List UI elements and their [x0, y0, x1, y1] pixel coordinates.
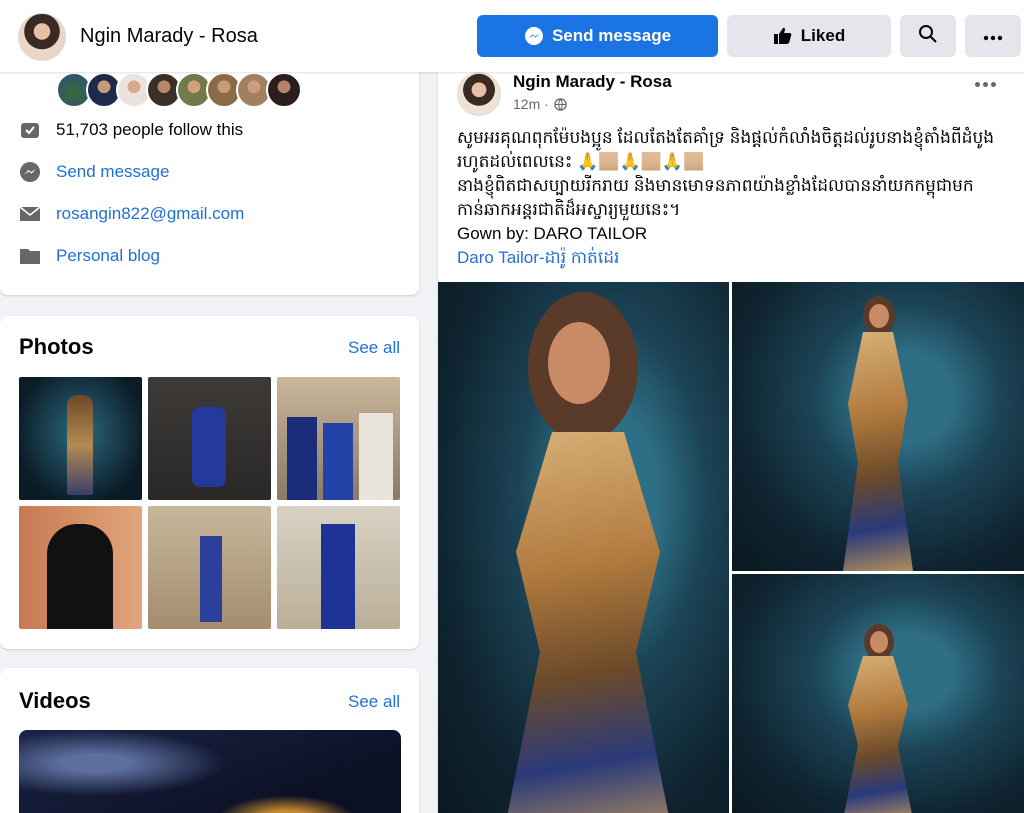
send-message-row[interactable]: Send message — [18, 160, 169, 184]
send-message-button[interactable]: Send message — [477, 15, 718, 57]
search-button[interactable] — [900, 15, 956, 57]
post-text-line: នាងខ្ញុំពិតជាសប្បាយរីករាយ និងមានមោទនភាពយ… — [457, 176, 974, 219]
more-icon — [983, 26, 1003, 46]
post-image-top-right[interactable] — [732, 282, 1024, 571]
globe-icon — [554, 97, 567, 111]
send-message-label: Send message — [551, 26, 672, 45]
video-thumbnail[interactable] — [19, 730, 401, 813]
more-options-button[interactable] — [965, 15, 1021, 57]
intro-card: 51,703 people follow this Send message r… — [0, 60, 419, 295]
post-image-main[interactable] — [438, 282, 729, 813]
email-row[interactable]: rosangin822@gmail.com — [18, 202, 244, 226]
blog-link[interactable]: Personal blog — [56, 246, 160, 266]
post-text-line: សូមអរគុណពុកម៉ែបងប្អូន ដែលតែងតែគាំទ្រ និង… — [457, 128, 995, 171]
search-icon — [918, 24, 938, 49]
daro-tailor-link[interactable]: Daro Tailor-ដារ៉ូ កាត់ដេរ — [457, 246, 1017, 270]
photo-thumbnail[interactable] — [148, 506, 271, 629]
send-message-link[interactable]: Send message — [56, 162, 169, 182]
post-image-bottom-right[interactable] — [732, 574, 1024, 813]
friend-avatars — [56, 72, 302, 108]
dot-icon — [991, 82, 996, 87]
followers-row: 51,703 people follow this — [18, 118, 243, 142]
photo-thumbnail[interactable] — [19, 506, 142, 629]
photos-card: Photos See all — [0, 316, 419, 649]
post-author-avatar[interactable] — [457, 72, 501, 116]
liked-button[interactable]: Liked — [727, 15, 891, 57]
gown-credit: Gown by: DARO TAILOR — [457, 224, 648, 243]
photo-thumbnail[interactable] — [277, 506, 400, 629]
photos-title: Photos — [19, 334, 94, 359]
page-name[interactable]: Ngin Marady - Rosa — [80, 25, 258, 48]
thumbs-up-icon — [773, 26, 793, 46]
dot-icon — [975, 82, 980, 87]
dot-icon — [983, 82, 988, 87]
messenger-icon — [18, 160, 42, 184]
photo-thumbnail[interactable] — [277, 377, 400, 500]
envelope-icon — [18, 202, 42, 226]
post-time-text: 12m · — [513, 96, 549, 112]
blog-icon — [18, 244, 42, 268]
followers-text: 51,703 people follow this — [56, 120, 244, 139]
email-link[interactable]: rosangin822@gmail.com — [56, 204, 244, 224]
post-more-options[interactable] — [975, 82, 996, 87]
post-text: សូមអរគុណពុកម៉ែបងប្អូន ដែលតែងតែគាំទ្រ និង… — [457, 126, 1017, 270]
followers-icon — [18, 118, 42, 142]
post-author-name[interactable]: Ngin Marady - Rosa — [513, 72, 672, 92]
videos-card: Videos See all — [0, 668, 419, 813]
blog-row[interactable]: Personal blog — [18, 244, 160, 268]
post-timestamp[interactable]: 12m · — [513, 96, 567, 112]
profile-avatar[interactable] — [18, 13, 66, 61]
liked-label: Liked — [800, 26, 846, 45]
avatar[interactable] — [266, 72, 302, 108]
messenger-icon — [524, 26, 544, 46]
photos-see-all-link[interactable]: See all — [348, 338, 400, 358]
photo-thumbnail[interactable] — [148, 377, 271, 500]
videos-see-all-link[interactable]: See all — [348, 692, 400, 712]
photo-thumbnail[interactable] — [19, 377, 142, 500]
videos-title: Videos — [19, 688, 91, 713]
page-header: Ngin Marady - Rosa Send message Liked — [0, 0, 1024, 72]
